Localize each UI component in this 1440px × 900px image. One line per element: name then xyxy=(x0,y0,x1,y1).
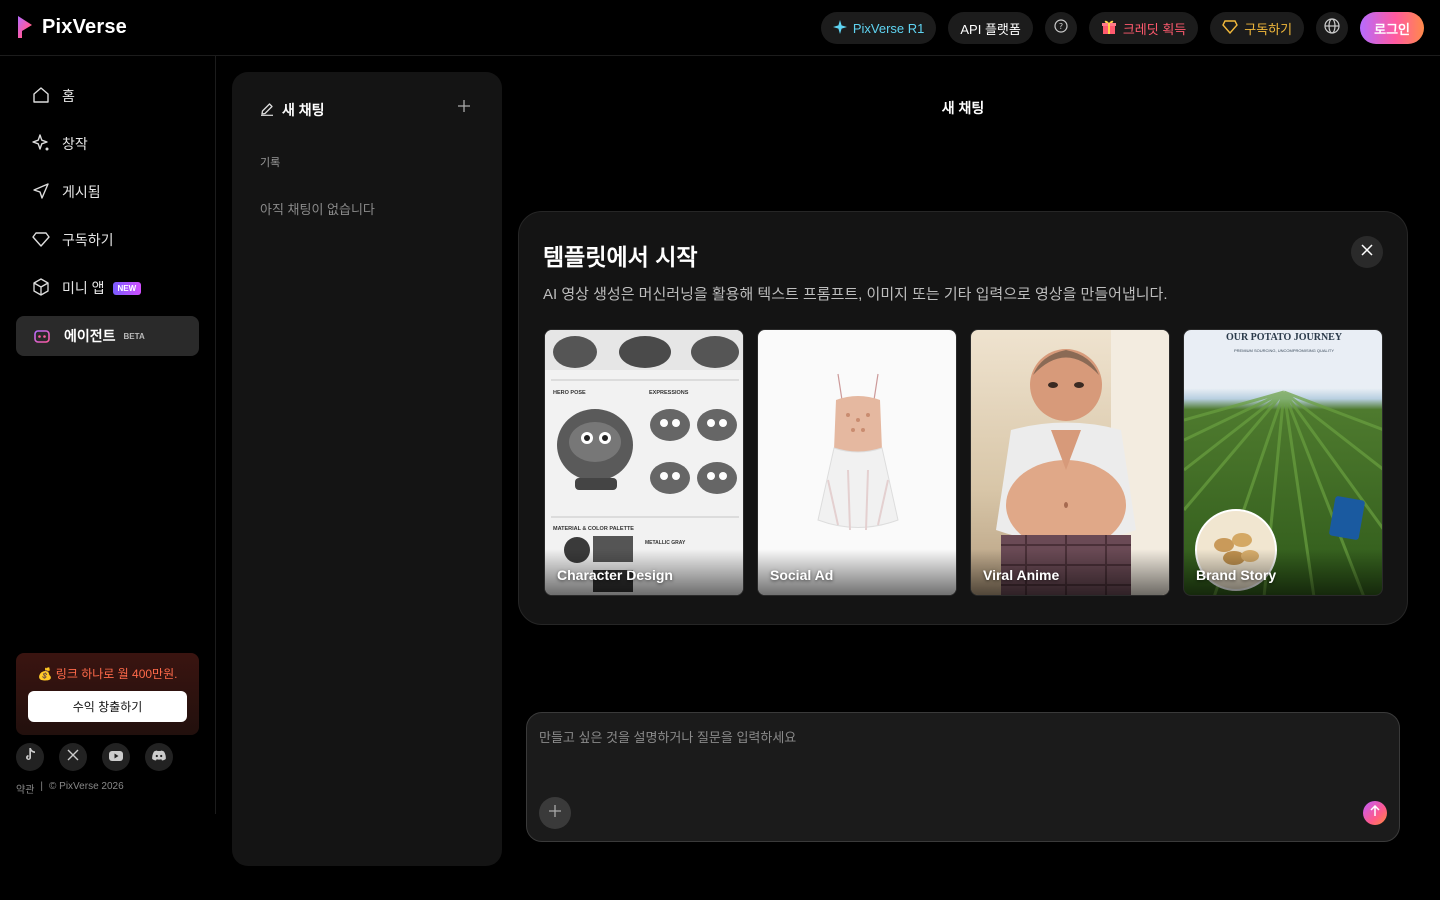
pixverse-r1-button[interactable]: PixVerse R1 xyxy=(820,12,937,44)
template-label: Character Design xyxy=(557,567,673,583)
char-hero-heading: HERO POSE xyxy=(553,390,586,396)
attach-button[interactable] xyxy=(539,797,571,829)
template-social-ad[interactable]: Social Ad xyxy=(757,329,957,596)
login-button[interactable]: 로그인 xyxy=(1360,12,1424,44)
sidebar-item-agent[interactable]: 에이전트 BETA xyxy=(16,316,199,356)
subscribe-button[interactable]: 구독하기 xyxy=(1210,12,1305,44)
discord-link[interactable] xyxy=(145,743,173,771)
robot-icon xyxy=(32,326,52,347)
earn-credits-button[interactable]: 크레딧 획득 xyxy=(1088,12,1199,44)
pixverse-r1-label: PixVerse R1 xyxy=(852,20,925,36)
sidebar-item-label: 미니 앱 xyxy=(62,280,105,296)
sidebar-footer: 약관 | © PixVerse 2026 xyxy=(16,781,124,796)
sparkle-icon xyxy=(32,133,50,155)
youtube-icon xyxy=(109,748,123,766)
plus-icon xyxy=(549,804,561,822)
sidebar-item-label: 게시됨 xyxy=(62,184,101,200)
sidebar-item-label: 구독하기 xyxy=(62,232,114,248)
subscribe-label: 구독하기 xyxy=(1244,21,1293,37)
history-label: 기록 xyxy=(260,157,281,169)
footer-divider: | xyxy=(40,781,44,792)
plus-icon xyxy=(458,99,470,117)
gift-icon xyxy=(1101,19,1117,38)
char-expr-heading: EXPRESSIONS xyxy=(649,390,689,396)
sidebar-nav: 홈 창작 게시됨 구독하기 미니 앱 NEW 에이전트 BETA xyxy=(16,76,199,364)
api-platform-button[interactable]: API 플랫폼 xyxy=(948,12,1033,44)
new-chat-label: 새 채팅 xyxy=(282,102,325,118)
sidebar-item-published[interactable]: 게시됨 xyxy=(16,172,199,212)
x-link[interactable] xyxy=(59,743,87,771)
page-title: 새 채팅 xyxy=(941,100,985,116)
brand-subheading: PREMIUM SOURCING, UNCOMPROMISING QUALITY xyxy=(1234,348,1334,353)
sidebar-item-label: 에이전트 xyxy=(64,328,116,344)
beta-badge: BETA xyxy=(123,331,145,341)
sidebar-item-home[interactable]: 홈 xyxy=(16,76,199,116)
sidebar-item-create[interactable]: 창작 xyxy=(16,124,199,164)
chat-composer xyxy=(526,712,1400,842)
add-chat-button[interactable] xyxy=(454,98,474,118)
x-icon xyxy=(67,748,79,766)
language-button[interactable] xyxy=(1316,12,1349,44)
help-button[interactable]: ? xyxy=(1044,12,1077,44)
template-label: Social Ad xyxy=(770,567,834,583)
empty-history-text: 아직 채팅이 없습니다 xyxy=(260,202,375,217)
sidebar-item-label: 홈 xyxy=(62,88,75,104)
template-description: AI 영상 생성은 머신러닝을 활용해 텍스트 프롬프트, 이미지 또는 기타 … xyxy=(543,286,1168,303)
template-card: 템플릿에서 시작 AI 영상 생성은 머신러닝을 활용해 텍스트 프롬프트, 이… xyxy=(518,211,1408,625)
sparkle-icon xyxy=(832,19,847,37)
prompt-input[interactable] xyxy=(539,727,1379,787)
sidebar-item-subscribe[interactable]: 구독하기 xyxy=(16,220,199,260)
svg-text:?: ? xyxy=(1059,22,1063,31)
promo-text: 💰 링크 하나로 월 400만원. xyxy=(37,667,178,681)
sidebar-item-label: 창작 xyxy=(62,136,88,152)
logo[interactable]: PixVerse xyxy=(16,14,127,40)
template-brand-story[interactable]: OUR POTATO JOURNEY PREMIUM SOURCING, UNC… xyxy=(1183,329,1383,596)
pixverse-logo-icon xyxy=(16,14,34,40)
char-material-heading: MATERIAL & COLOR PALETTE xyxy=(553,526,634,532)
top-bar: PixVerse PixVerse R1 API 플랫폼 ? 크레딧 획득 구독… xyxy=(0,0,1440,56)
help-icon: ? xyxy=(1054,18,1068,38)
home-icon xyxy=(32,86,50,107)
youtube-link[interactable] xyxy=(102,743,130,771)
template-label: Brand Story xyxy=(1196,567,1277,583)
tiktok-link[interactable] xyxy=(16,743,44,771)
template-character-design[interactable]: HERO POSE EXPRESSIONS MATERIAL & COLOR P… xyxy=(544,329,744,596)
earn-credits-label: 크레딧 획득 xyxy=(1122,21,1187,37)
copyright-text: © PixVerse 2026 xyxy=(49,781,124,792)
diamond-icon xyxy=(32,230,50,251)
monetize-button[interactable]: 수익 창출하기 xyxy=(28,691,187,722)
api-platform-label: API 플랫폼 xyxy=(960,21,1021,37)
send-icon xyxy=(32,182,50,203)
diamond-icon xyxy=(1222,19,1239,37)
cube-icon xyxy=(32,277,50,299)
close-icon xyxy=(1361,243,1373,261)
terms-link[interactable]: 약관 xyxy=(16,781,34,796)
close-template-button[interactable] xyxy=(1351,236,1383,268)
new-chat-button[interactable]: 새 채팅 xyxy=(260,100,325,120)
sidebar: 홈 창작 게시됨 구독하기 미니 앱 NEW 에이전트 BETA 💰 링크 하나… xyxy=(0,56,216,814)
new-badge: NEW xyxy=(112,281,142,295)
send-button[interactable] xyxy=(1363,801,1387,825)
template-label: Viral Anime xyxy=(983,567,1060,583)
discord-icon xyxy=(152,748,166,766)
template-title: 템플릿에서 시작 xyxy=(543,244,698,270)
template-grid: HERO POSE EXPRESSIONS MATERIAL & COLOR P… xyxy=(544,329,1383,596)
social-links xyxy=(16,743,173,771)
char-metal-label: METALLIC GRAY xyxy=(645,540,686,546)
logo-text: PixVerse xyxy=(42,15,128,38)
edit-icon xyxy=(260,102,274,119)
tiktok-icon xyxy=(24,747,36,767)
arrow-up-icon xyxy=(1369,804,1381,822)
chat-list-panel: 새 채팅 기록 아직 채팅이 없습니다 xyxy=(232,72,502,866)
brand-heading: OUR POTATO JOURNEY xyxy=(1226,332,1343,343)
promo-card: 💰 링크 하나로 월 400만원. 수익 창출하기 xyxy=(16,653,199,735)
globe-icon xyxy=(1324,17,1340,39)
template-viral-anime[interactable]: Viral Anime xyxy=(970,329,1170,596)
top-actions: PixVerse R1 API 플랫폼 ? 크레딧 획득 구독하기 로그인 xyxy=(820,12,1424,44)
sidebar-item-mini-apps[interactable]: 미니 앱 NEW xyxy=(16,268,199,308)
